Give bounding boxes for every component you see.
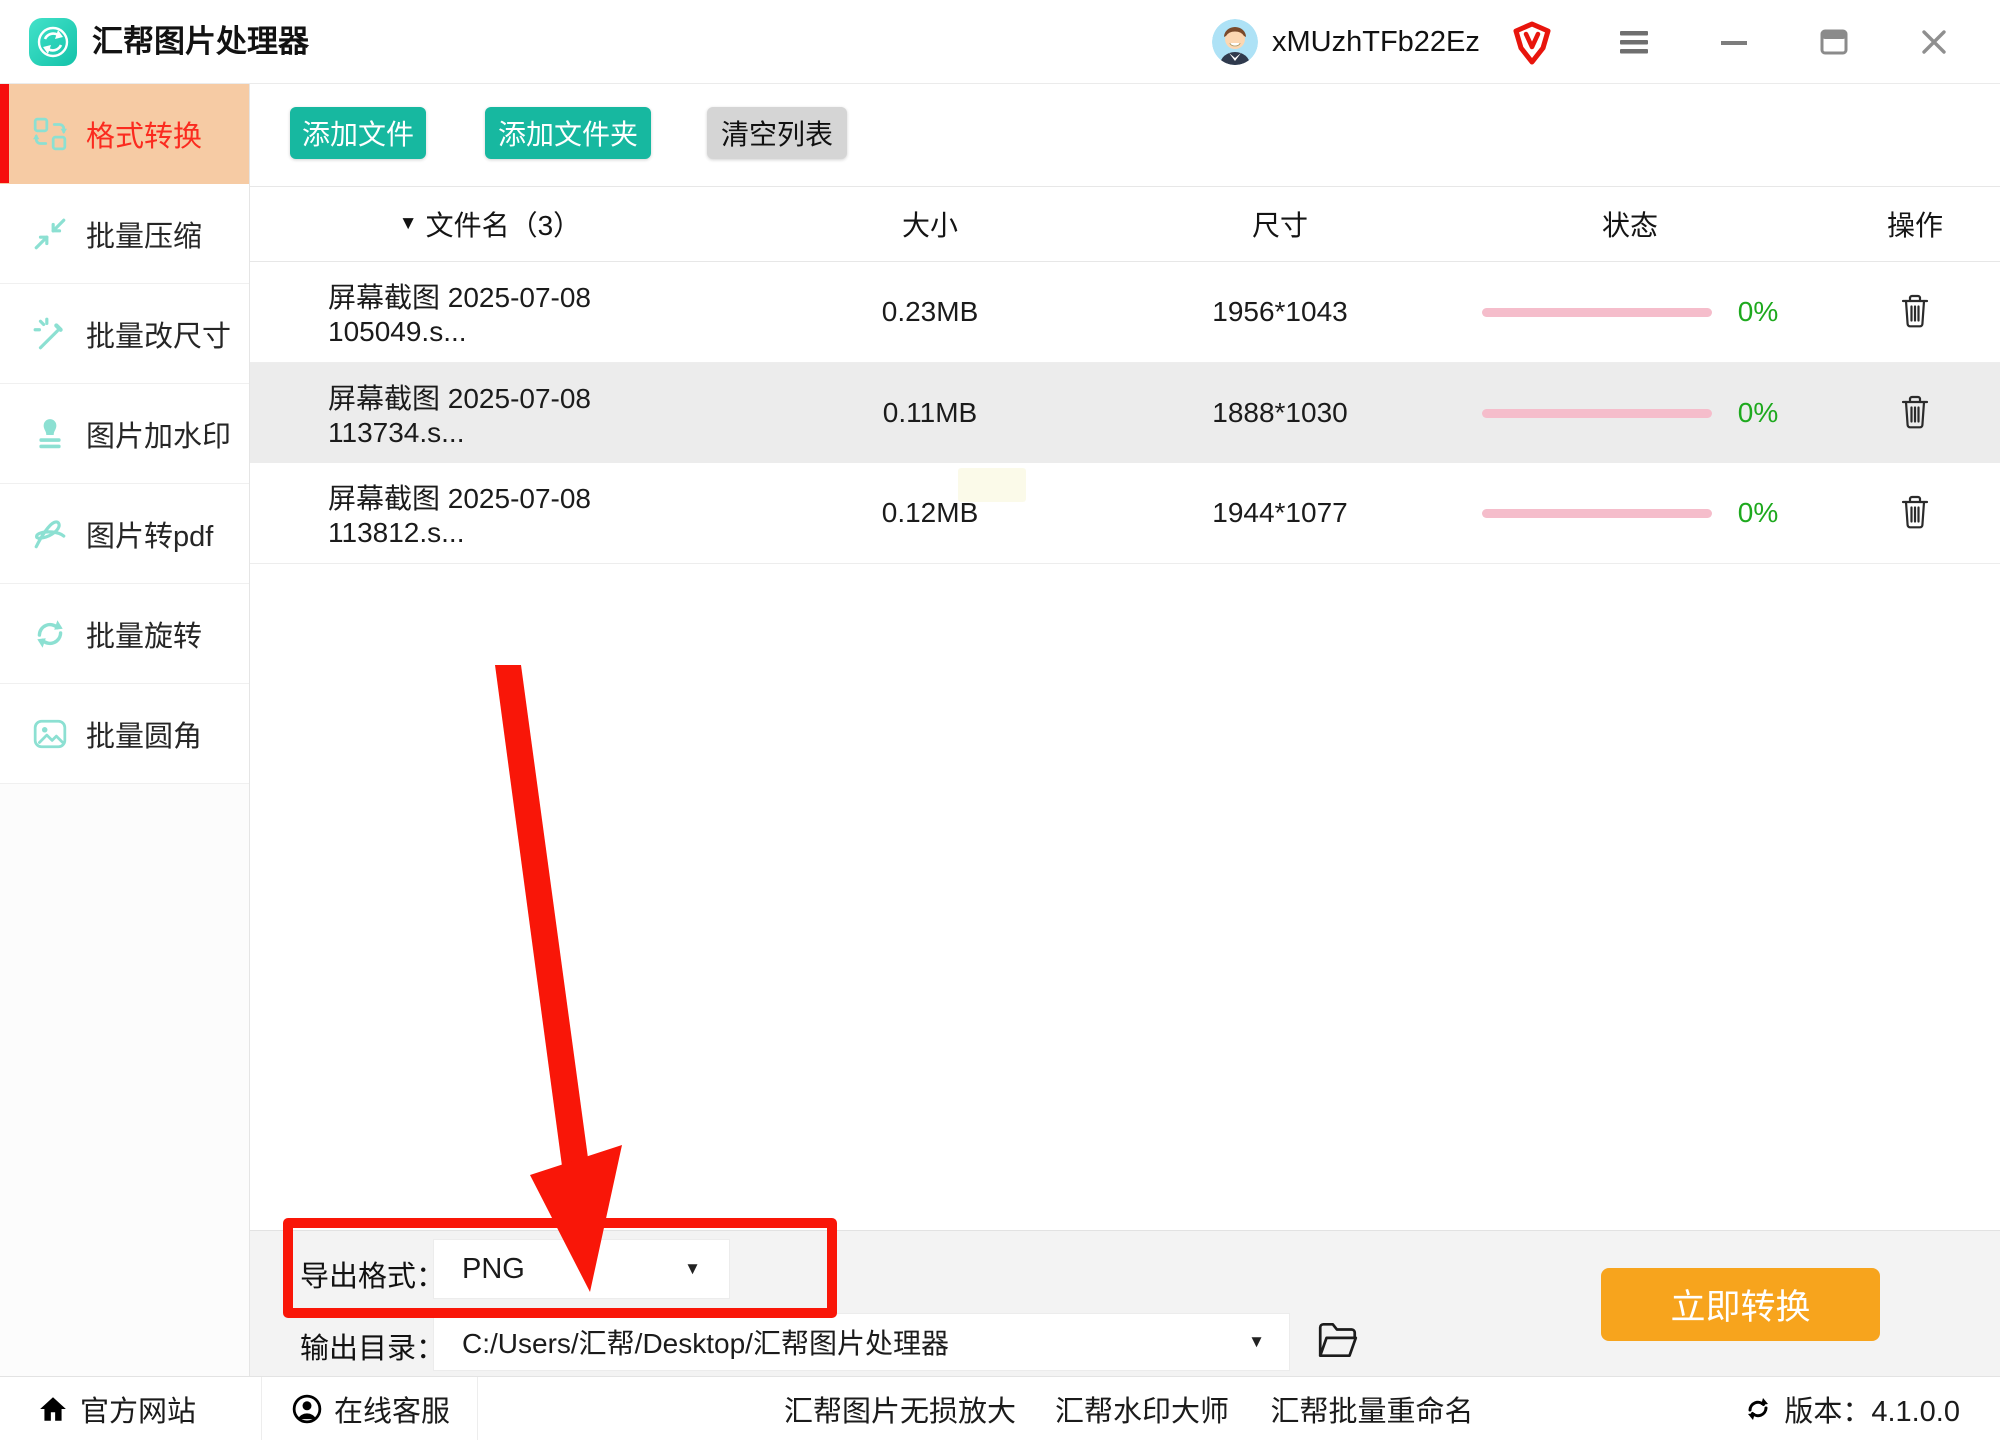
file-size: 0.11MB	[730, 397, 1130, 429]
refresh-icon	[1744, 1395, 1772, 1423]
sidebar-item-label: 格式转换	[86, 113, 202, 155]
export-format-select[interactable]: PNG ▼	[433, 1239, 730, 1299]
vip-badge-icon	[1512, 21, 1552, 65]
file-status: 0%	[1430, 296, 1830, 328]
progress-bar	[1482, 308, 1712, 317]
progress-bar	[1482, 409, 1712, 418]
sidebar-item-label: 批量圆角	[86, 713, 202, 755]
rotate-icon	[32, 616, 68, 652]
footer: 官方网站 在线客服 汇帮图片无损放大 汇帮水印大师 汇帮批量重命名 版本：4.1…	[0, 1376, 2000, 1440]
convert-now-button[interactable]: 立即转换	[1601, 1268, 1880, 1341]
sidebar-item-batch-compress[interactable]: 批量压缩	[0, 184, 249, 284]
maximize-button[interactable]	[1814, 0, 1854, 84]
sidebar-item-label: 批量压缩	[86, 213, 202, 255]
menu-icon[interactable]	[1614, 0, 1654, 84]
percent-label: 0%	[1738, 497, 1778, 529]
file-table: ▼ 文件名（3） 大小 尺寸 状态 操作 屏幕截图 2025-07-08 105…	[250, 186, 2000, 564]
pdf-icon	[32, 516, 68, 552]
file-name: 屏幕截图 2025-07-08 105049.s...	[250, 276, 730, 348]
percent-label: 0%	[1738, 397, 1778, 429]
file-status: 0%	[1430, 497, 1830, 529]
footer-online-service-label: 在线客服	[334, 1388, 450, 1430]
app-window: 汇帮图片处理器 xMUzhTFb22Ez	[0, 0, 2000, 1440]
highlight-artifact	[958, 468, 1026, 502]
output-dir-select[interactable]: C:/Users/汇帮/Desktop/汇帮图片处理器 ▼	[433, 1313, 1290, 1371]
file-dimension: 1944*1077	[1130, 497, 1430, 529]
avatar[interactable]	[1212, 19, 1258, 65]
file-dimension: 1956*1043	[1130, 296, 1430, 328]
resize-wand-icon	[32, 316, 68, 352]
sort-desc-icon: ▼	[399, 213, 418, 235]
sidebar-item-watermark[interactable]: 图片加水印	[0, 384, 249, 484]
footer-online-service[interactable]: 在线客服	[262, 1377, 478, 1440]
add-file-button[interactable]: 添加文件	[290, 107, 426, 159]
export-format-value: PNG	[462, 1253, 525, 1286]
add-folder-button[interactable]: 添加文件夹	[485, 107, 651, 159]
sidebar-item-label: 批量旋转	[86, 613, 202, 655]
stamp-icon	[32, 416, 68, 452]
sidebar-item-img-to-pdf[interactable]: 图片转pdf	[0, 484, 249, 584]
footer-official-site-label: 官方网站	[80, 1388, 196, 1430]
output-dir-label: 输出目录：	[300, 1325, 445, 1367]
file-status: 0%	[1430, 397, 1830, 429]
export-panel: 导出格式： PNG ▼ 输出目录： C:/Users/汇帮/Desktop/汇帮…	[250, 1230, 2000, 1376]
clear-list-button[interactable]: 清空列表	[707, 107, 847, 159]
file-name: 屏幕截图 2025-07-08 113812.s...	[250, 477, 730, 549]
file-dimension: 1888*1030	[1130, 397, 1430, 429]
delete-button[interactable]	[1895, 390, 1935, 437]
delete-button[interactable]	[1895, 289, 1935, 336]
user-icon	[292, 1394, 322, 1424]
delete-button[interactable]	[1895, 490, 1935, 537]
percent-label: 0%	[1738, 296, 1778, 328]
version-text: 版本：4.1.0.0	[1784, 1388, 1960, 1430]
file-name: 屏幕截图 2025-07-08 113734.s...	[250, 377, 730, 449]
trash-icon	[1899, 494, 1931, 530]
column-status-label: 状态	[1430, 204, 1830, 244]
sidebar-item-batch-rotate[interactable]: 批量旋转	[0, 584, 249, 684]
sidebar: 格式转换 批量压缩 批量改尺寸	[0, 84, 250, 1376]
version-label: 版本：4.1.0.0	[1744, 1377, 1960, 1440]
column-action-label: 操作	[1830, 204, 2000, 244]
table-row[interactable]: 屏幕截图 2025-07-08 105049.s... 0.23MB 1956*…	[250, 262, 2000, 363]
column-dimension-label: 尺寸	[1130, 204, 1430, 244]
compress-icon	[32, 216, 68, 252]
chevron-down-icon: ▼	[1248, 1332, 1265, 1352]
username: xMUzhTFb22Ez	[1272, 0, 1480, 84]
sidebar-item-label: 批量改尺寸	[86, 313, 231, 355]
chevron-down-icon: ▼	[684, 1259, 701, 1279]
browse-folder-button[interactable]	[1312, 1315, 1364, 1367]
column-filename-label: 文件名（3）	[426, 204, 582, 244]
footer-link[interactable]: 汇帮批量重命名	[1270, 1377, 1473, 1440]
footer-official-site[interactable]: 官方网站	[0, 1377, 262, 1440]
file-size: 0.23MB	[730, 296, 1130, 328]
folder-icon	[1315, 1320, 1361, 1360]
export-format-label: 导出格式：	[300, 1253, 445, 1295]
sidebar-item-batch-round-corner[interactable]: 批量圆角	[0, 684, 249, 784]
format-convert-icon	[32, 116, 68, 152]
footer-link[interactable]: 汇帮图片无损放大	[784, 1377, 1016, 1440]
minimize-button[interactable]	[1714, 0, 1754, 84]
table-header: ▼ 文件名（3） 大小 尺寸 状态 操作	[250, 186, 2000, 262]
rounded-image-icon	[32, 716, 68, 752]
trash-icon	[1899, 394, 1931, 430]
sidebar-item-format-convert[interactable]: 格式转换	[0, 84, 249, 184]
trash-icon	[1899, 293, 1931, 329]
close-button[interactable]	[1914, 0, 1954, 84]
progress-bar	[1482, 509, 1712, 518]
sidebar-item-batch-resize[interactable]: 批量改尺寸	[0, 284, 249, 384]
sidebar-item-label: 图片转pdf	[86, 513, 213, 555]
sidebar-item-label: 图片加水印	[86, 413, 231, 455]
home-icon	[38, 1395, 68, 1423]
column-filename-sort[interactable]: ▼ 文件名（3）	[250, 204, 730, 244]
window-title: 汇帮图片处理器	[92, 0, 309, 84]
table-row[interactable]: 屏幕截图 2025-07-08 113734.s... 0.11MB 1888*…	[250, 363, 2000, 463]
annotation-arrow	[450, 660, 670, 1320]
app-logo-icon	[28, 17, 78, 67]
output-dir-value: C:/Users/汇帮/Desktop/汇帮图片处理器	[462, 1322, 949, 1362]
file-size: 0.12MB	[730, 497, 1130, 529]
titlebar: 汇帮图片处理器 xMUzhTFb22Ez	[0, 0, 2000, 84]
footer-link[interactable]: 汇帮水印大师	[1055, 1377, 1229, 1440]
column-size-label: 大小	[730, 204, 1130, 244]
table-row[interactable]: 屏幕截图 2025-07-08 113812.s... 0.12MB 1944*…	[250, 463, 2000, 564]
